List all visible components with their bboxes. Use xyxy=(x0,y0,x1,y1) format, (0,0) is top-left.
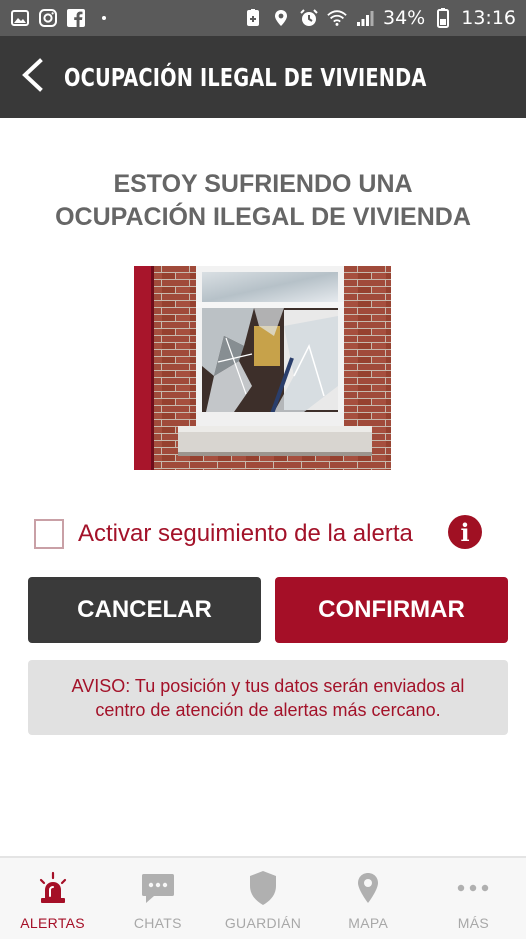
nav-item-guardian[interactable]: GUARDIÁN xyxy=(210,858,315,939)
info-icon[interactable]: i xyxy=(448,515,482,549)
nav-label-alertas: ALERTAS xyxy=(20,915,85,931)
nav-label-mas: MÁS xyxy=(457,915,490,931)
location-icon xyxy=(271,8,291,28)
notice-box: AVISO: Tu posición y tus datos serán env… xyxy=(28,660,508,735)
cancel-button[interactable]: CANCELAR xyxy=(28,577,261,643)
dot-icon xyxy=(94,8,114,28)
shield-icon xyxy=(243,870,283,906)
signal-icon xyxy=(355,8,375,28)
confirm-button[interactable]: CONFIRMAR xyxy=(275,577,508,643)
nav-label-guardian: GUARDIÁN xyxy=(224,915,302,931)
alert-heading-line1: ESTOY SUFRIENDO UNA xyxy=(113,170,413,198)
alarm-icon xyxy=(299,8,319,28)
nav-label-mapa: MAPA xyxy=(348,915,389,931)
battery-percent: 34% xyxy=(383,7,426,29)
image-icon xyxy=(10,8,30,28)
nav-item-mas[interactable]: MÁS xyxy=(421,858,526,939)
facebook-icon xyxy=(66,8,86,28)
tracking-checkbox[interactable] xyxy=(34,519,64,549)
nav-item-chats[interactable]: CHATS xyxy=(105,858,210,939)
battery-icon xyxy=(433,8,453,28)
back-button[interactable] xyxy=(20,57,50,97)
tracking-label[interactable]: Activar seguimiento de la alerta xyxy=(78,520,413,548)
page-title: OCUPACIÓN ILEGAL DE VIVIENDA xyxy=(64,62,427,92)
broken-window-photo xyxy=(134,266,391,470)
map-pin-icon xyxy=(348,870,388,906)
cast-icon xyxy=(243,8,263,28)
chat-icon xyxy=(138,870,178,906)
instagram-icon xyxy=(38,8,58,28)
info-icon-glyph: i xyxy=(460,517,470,547)
alert-heading-line2: OCUPACIÓN ILEGAL DE VIVIENDA xyxy=(55,203,471,231)
nav-item-alertas[interactable]: ALERTAS xyxy=(0,858,105,939)
app-bar: OCUPACIÓN ILEGAL DE VIVIENDA xyxy=(0,36,526,118)
clock: 13:16 xyxy=(461,7,516,29)
chevron-left-icon xyxy=(20,57,44,97)
notice-line1: AVISO: Tu posición y tus datos serán env… xyxy=(71,675,465,696)
nav-item-mapa[interactable]: MAPA xyxy=(316,858,421,939)
status-bar-left xyxy=(10,8,114,28)
notice-line2: centro de atención de alertas más cercan… xyxy=(95,699,441,720)
status-bar: 34% 13:16 xyxy=(0,0,526,36)
siren-icon xyxy=(33,870,73,906)
more-icon xyxy=(453,870,493,906)
status-bar-right: 34% 13:16 xyxy=(243,7,516,29)
bottom-nav: ALERTAS CHATS GUARDIÁN MAPA MÁS xyxy=(0,856,526,939)
alert-heading: ESTOY SUFRIENDO UNA OCUPACIÓN ILEGAL DE … xyxy=(0,168,526,234)
nav-label-chats: CHATS xyxy=(133,915,182,931)
wifi-icon xyxy=(327,8,347,28)
tracking-option: Activar seguimiento de la alerta xyxy=(34,515,494,553)
